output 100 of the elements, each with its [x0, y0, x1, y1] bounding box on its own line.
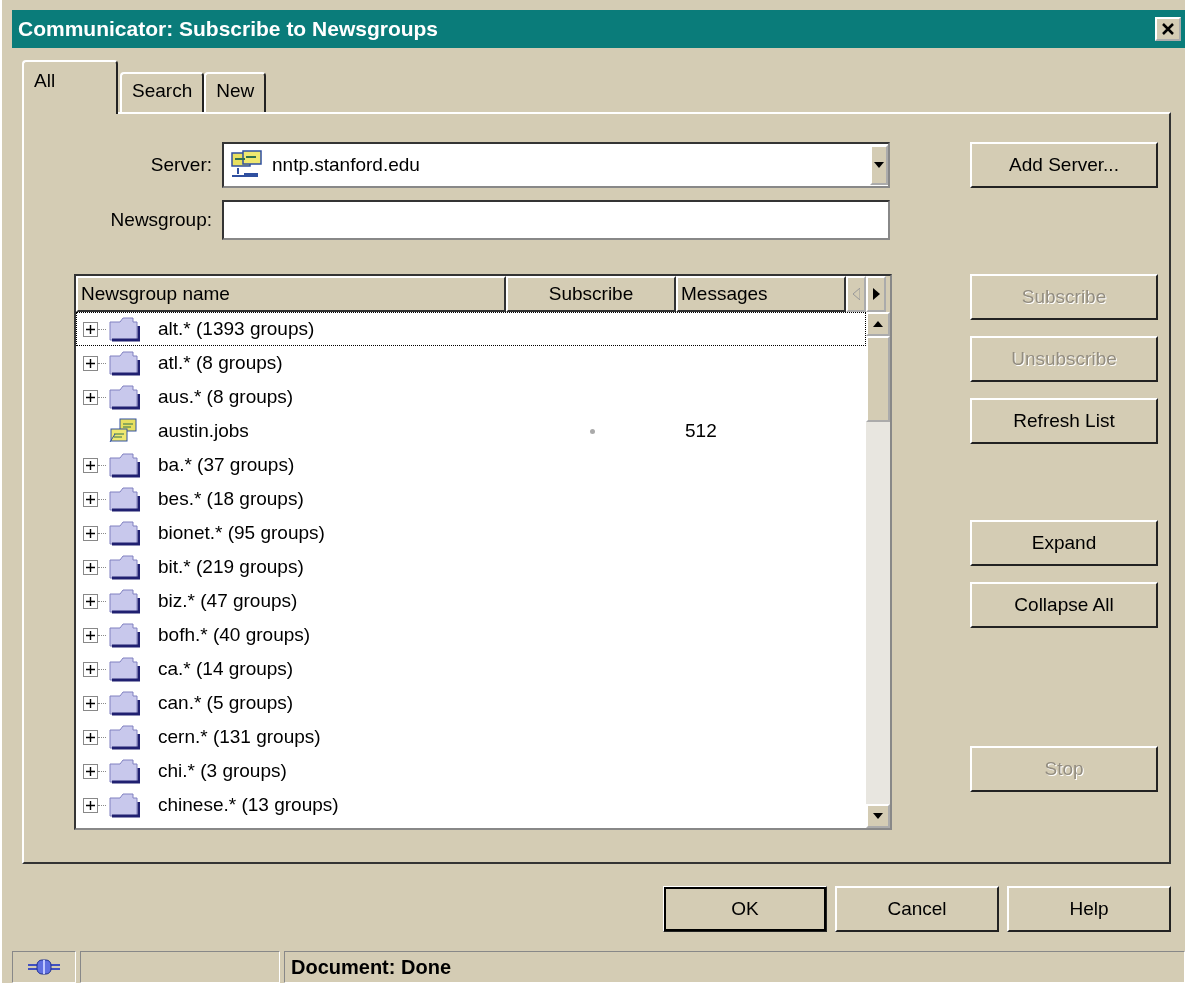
column-header[interactable]: Messages	[676, 276, 846, 312]
message-count: 512	[684, 420, 717, 442]
folder-icon	[108, 554, 140, 580]
status-text: Document: Done	[284, 951, 1185, 983]
folder-icon	[108, 350, 140, 376]
dropdown-arrow-icon	[874, 162, 884, 168]
plus-icon	[86, 358, 95, 368]
plug-icon	[28, 958, 60, 976]
side-button[interactable]: Add Server...	[970, 142, 1158, 188]
expand-button[interactable]	[83, 355, 98, 371]
server-dropdown[interactable]: nntp.stanford.edu	[222, 142, 890, 188]
folder-icon	[108, 384, 140, 410]
dialog-button[interactable]: OK	[663, 886, 827, 932]
list-row[interactable]: ca.* (14 groups)	[76, 652, 866, 686]
newsgroup-name: atl.* (8 groups)	[158, 352, 283, 374]
folder-icon	[108, 758, 140, 784]
expand-button[interactable]	[83, 661, 98, 677]
expand-button[interactable]	[83, 321, 98, 337]
expand-button[interactable]	[83, 559, 98, 575]
newsgroup-name: austin.jobs	[158, 420, 249, 442]
plus-icon	[86, 460, 95, 470]
newsgroup-name: alt.* (1393 groups)	[158, 318, 315, 340]
dialog-button[interactable]: Cancel	[835, 886, 999, 932]
server-icon	[230, 150, 264, 180]
scroll-right-button[interactable]	[866, 276, 886, 312]
expand-button[interactable]	[83, 593, 98, 609]
expand-button[interactable]	[83, 763, 98, 779]
scroll-thumb[interactable]	[866, 336, 890, 422]
list-row[interactable]: bofh.* (40 groups)	[76, 618, 866, 652]
column-header[interactable]: Subscribe	[506, 276, 676, 312]
folder-icon	[108, 792, 140, 818]
list-row[interactable]: bionet.* (95 groups)	[76, 516, 866, 550]
newsgroup-name: aus.* (8 groups)	[158, 386, 294, 408]
close-icon	[1161, 23, 1175, 35]
plus-icon	[86, 766, 95, 776]
list-row[interactable]: alt.* (1393 groups)	[76, 312, 866, 346]
arrow-down-icon	[873, 813, 883, 819]
tab[interactable]: New	[204, 72, 267, 112]
arrow-up-icon	[873, 321, 883, 327]
folder-icon	[108, 656, 140, 682]
list-row[interactable]: can.* (5 groups)	[76, 686, 866, 720]
list-row[interactable]: bit.* (219 groups)	[76, 550, 866, 584]
list-row[interactable]: chi.* (3 groups)	[76, 754, 866, 788]
expand-button[interactable]	[83, 627, 98, 643]
dialog-button[interactable]: Help	[1007, 886, 1171, 932]
side-button[interactable]: Collapse All	[970, 582, 1158, 628]
plus-icon	[86, 392, 95, 402]
list-row[interactable]: austin.jobs 512	[76, 414, 866, 448]
plus-icon	[86, 664, 95, 674]
expand-button[interactable]	[83, 729, 98, 745]
list-row[interactable]: bes.* (18 groups)	[76, 482, 866, 516]
list-row[interactable]: atl.* (8 groups)	[76, 346, 866, 380]
plus-icon	[86, 630, 95, 640]
folder-icon	[108, 690, 140, 716]
window-title: Communicator: Subscribe to Newsgroups	[18, 17, 439, 41]
close-button[interactable]	[1155, 17, 1181, 41]
plus-icon	[86, 494, 95, 504]
plus-icon	[86, 800, 95, 810]
newsgroup-name: bofh.* (40 groups)	[158, 624, 311, 646]
newsgroup-name: cern.* (131 groups)	[158, 726, 321, 748]
expand-button[interactable]	[83, 389, 98, 405]
list-row[interactable]: cern.* (131 groups)	[76, 720, 866, 754]
tab[interactable]: All	[22, 60, 118, 114]
chat-bubbles-icon	[108, 418, 140, 444]
field-label: Newsgroup:	[109, 209, 213, 231]
newsgroup-name: bit.* (219 groups)	[158, 556, 304, 578]
plus-icon	[86, 698, 95, 708]
expand-button[interactable]	[83, 457, 98, 473]
plus-icon	[86, 732, 95, 742]
newsgroup-name: chi.* (3 groups)	[158, 760, 287, 782]
newsgroup-name: can.* (5 groups)	[158, 692, 294, 714]
newsgroup-field[interactable]	[222, 200, 890, 240]
folder-icon	[108, 588, 140, 614]
column-header[interactable]: Newsgroup name	[76, 276, 506, 312]
arrow-left-icon	[852, 288, 860, 300]
expand-button[interactable]	[83, 525, 98, 541]
expand-button[interactable]	[83, 695, 98, 711]
expand-button[interactable]	[83, 491, 98, 507]
arrow-right-icon	[872, 288, 880, 300]
folder-icon	[108, 724, 140, 750]
tab[interactable]: Search	[120, 72, 205, 112]
scroll-down-button[interactable]	[866, 804, 890, 828]
scroll-up-button[interactable]	[866, 312, 890, 336]
folder-icon	[108, 452, 140, 478]
plus-icon	[86, 528, 95, 538]
list-row[interactable]: aus.* (8 groups)	[76, 380, 866, 414]
list-row[interactable]: biz.* (47 groups)	[76, 584, 866, 618]
newsgroup-name: bes.* (18 groups)	[158, 488, 304, 510]
list-row[interactable]: chinese.* (13 groups)	[76, 788, 866, 822]
folder-icon	[108, 316, 140, 342]
newsgroup-name: ba.* (37 groups)	[158, 454, 295, 476]
newsgroup-name: chinese.* (13 groups)	[158, 794, 339, 816]
folder-icon	[108, 520, 140, 546]
list-row[interactable]: ba.* (37 groups)	[76, 448, 866, 482]
side-button[interactable]: Refresh List	[970, 398, 1158, 444]
expand-button[interactable]	[83, 797, 98, 813]
plus-icon	[86, 596, 95, 606]
newsgroup-name: ca.* (14 groups)	[158, 658, 294, 680]
folder-icon	[108, 622, 140, 648]
side-button[interactable]: Expand	[970, 520, 1158, 566]
